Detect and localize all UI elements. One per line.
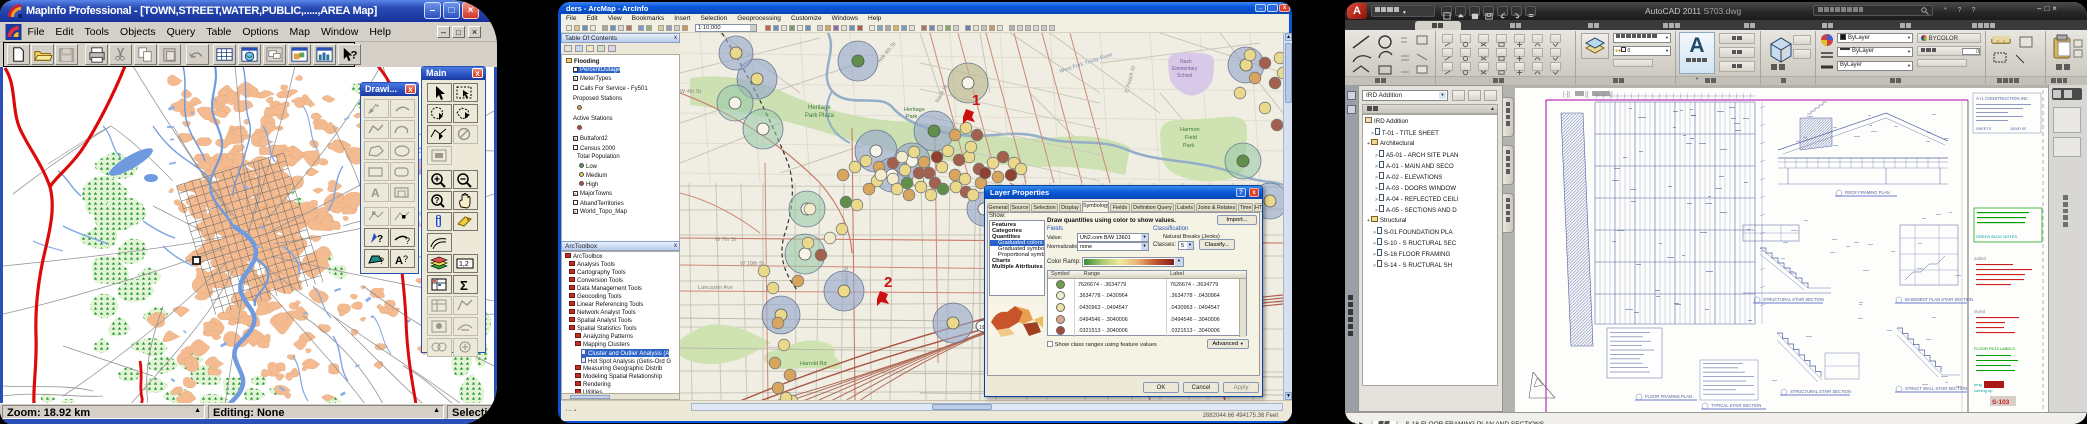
svg-text:coming up: coming up	[1974, 388, 1993, 393]
svg-text:?: ?	[435, 196, 440, 205]
svg-text:Park: Park	[1183, 143, 1195, 149]
svg-text:SHEETS: SHEETS	[1976, 127, 1992, 131]
svg-text:2: 2	[884, 274, 892, 291]
svg-text:GREEN BLDG NOTES: GREEN BLDG NOTES	[1976, 234, 2017, 239]
svg-text:S-103: S-103	[1992, 399, 2010, 406]
svg-text:FLOOR FRAMING PLAN: FLOOR FRAMING PLAN	[1645, 394, 1692, 399]
svg-text:][: ][	[1585, 92, 1589, 98]
svg-text:Σ: Σ	[460, 278, 468, 293]
svg-text:?: ?	[403, 254, 408, 264]
svg-text:A+1 CONSTRUCTION INC: A+1 CONSTRUCTION INC	[1976, 96, 2028, 101]
svg-text:[-][: [-][	[1563, 92, 1570, 98]
svg-text:A: A	[395, 255, 403, 267]
svg-text:W 4th St: W 4th St	[680, 89, 702, 95]
svg-text:West Fork Trinity River: West Fork Trinity River	[1059, 52, 1114, 75]
svg-text:Harrold Rd: Harrold Rd	[800, 361, 827, 367]
svg-text:Nash: Nash	[1180, 59, 1192, 65]
svg-text:Park: Park	[906, 114, 918, 120]
svg-text:?: ?	[405, 236, 410, 246]
svg-text:BASEMENT PLAN STAIR SECTION: BASEMENT PLAN STAIR SECTION	[1905, 297, 1973, 302]
svg-text:15000 SF: 15000 SF	[2010, 127, 2027, 131]
svg-text:?: ?	[379, 256, 384, 266]
svg-text:Lancaster Ave: Lancaster Ave	[698, 285, 733, 291]
svg-text:styled: styled	[1974, 309, 1986, 314]
svg-text:1,2: 1,2	[459, 261, 469, 268]
svg-text:]: ]	[1611, 92, 1613, 98]
svg-text:STRUCTURAL STAIR SECTION: STRUCTURAL STAIR SECTION	[1763, 297, 1824, 302]
svg-text:TYPICAL STAIR SECTION: TYPICAL STAIR SECTION	[1711, 403, 1761, 408]
svg-text:NW 4th St: NW 4th St	[877, 41, 898, 64]
svg-text:Harmon: Harmon	[1180, 127, 1200, 133]
svg-text:Heritage: Heritage	[904, 107, 925, 113]
svg-text:FLOOR PK13 LABELS: FLOOR PK13 LABELS	[1974, 346, 2015, 351]
svg-text:STRUCTURAL STAIR SECTION: STRUCTURAL STAIR SECTION	[1790, 389, 1851, 394]
svg-text:A: A	[371, 186, 380, 200]
svg-text:School: School	[1177, 73, 1192, 79]
svg-text:ROOF FRAMING PLAN: ROOF FRAMING PLAN	[1845, 190, 1890, 195]
svg-text:omg: omg	[1974, 382, 1982, 387]
svg-text:Heritage: Heritage	[808, 105, 831, 111]
svg-text:Field: Field	[1185, 135, 1197, 141]
svg-text:1: 1	[972, 92, 980, 109]
svg-text:Elementary: Elementary	[1172, 66, 1198, 72]
svg-text:?: ?	[350, 49, 357, 61]
svg-text:added: added	[1974, 256, 1987, 261]
svg-text:?: ?	[377, 234, 383, 245]
svg-text:Park Plaza: Park Plaza	[805, 113, 835, 119]
svg-text:W 7th St: W 7th St	[715, 237, 737, 243]
